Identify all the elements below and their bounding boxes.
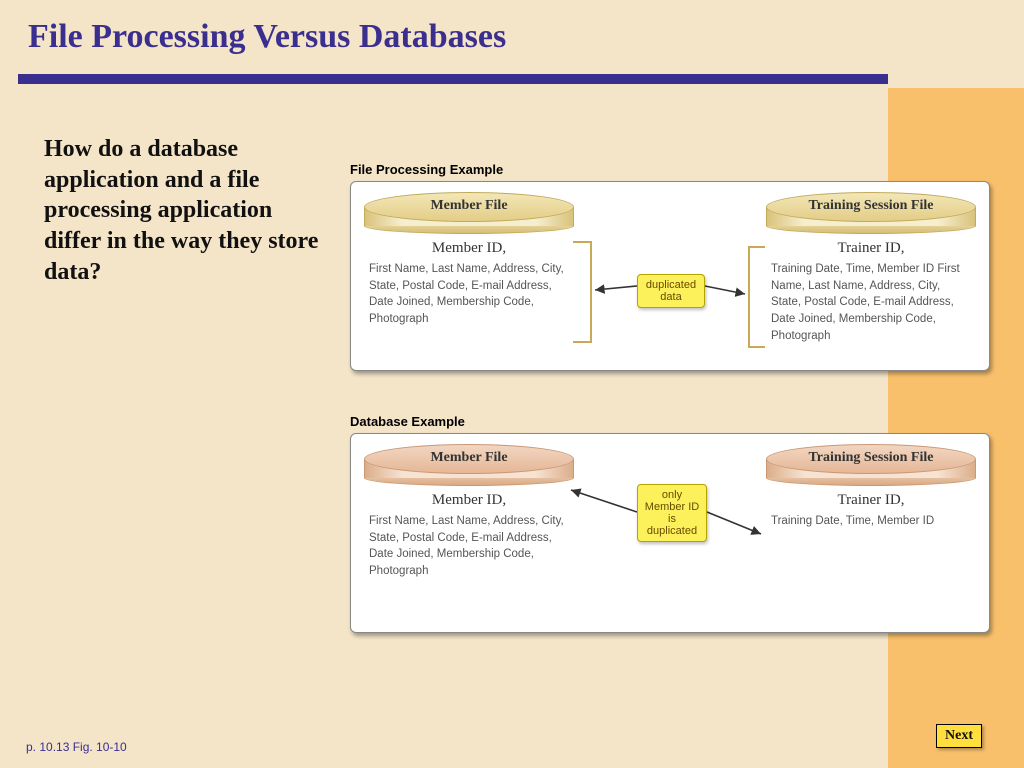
page-title: File Processing Versus Databases bbox=[28, 18, 996, 56]
member-id-line: Member ID, bbox=[363, 240, 575, 257]
trainer-id-line-2: Trainer ID, bbox=[765, 492, 977, 509]
title-rule bbox=[18, 74, 888, 84]
cylinder-icon: Member File bbox=[364, 444, 574, 486]
training-file-block: Training Session File Trainer ID, Traini… bbox=[765, 192, 977, 344]
member-fields-2: First Name, Last Name, Address, City, St… bbox=[363, 509, 575, 580]
cylinder-icon: Training Session File bbox=[766, 192, 976, 234]
training-fields: Training Date, Time, Member ID First Nam… bbox=[765, 257, 977, 344]
training-fields-2: Training Date, Time, Member ID bbox=[765, 509, 977, 530]
cyl-title: Member File bbox=[364, 198, 574, 214]
trainer-id-line: Trainer ID, bbox=[765, 240, 977, 257]
member-id-line-2: Member ID, bbox=[363, 492, 575, 509]
next-button[interactable]: Next bbox=[936, 724, 982, 748]
database-panel: Member File Member ID, First Name, Last … bbox=[350, 433, 990, 633]
duplicated-data-note: duplicated data bbox=[637, 274, 705, 308]
cyl-title: Training Session File bbox=[766, 198, 976, 214]
question-text: How do a database application and a file… bbox=[26, 110, 326, 288]
cyl-title: Member File bbox=[364, 450, 574, 466]
cyl-title: Training Session File bbox=[766, 450, 976, 466]
training-file-block-2: Training Session File Trainer ID, Traini… bbox=[765, 444, 977, 530]
panel2-heading: Database Example bbox=[350, 414, 990, 429]
member-file-block: Member File Member ID, First Name, Last … bbox=[363, 192, 575, 328]
only-member-id-note: only Member ID is duplicated bbox=[637, 484, 707, 542]
page-reference: p. 10.13 Fig. 10-10 bbox=[26, 740, 127, 754]
cylinder-icon: Training Session File bbox=[766, 444, 976, 486]
member-file-block-2: Member File Member ID, First Name, Last … bbox=[363, 444, 575, 580]
member-fields: First Name, Last Name, Address, City, St… bbox=[363, 257, 575, 328]
panel1-heading: File Processing Example bbox=[350, 162, 990, 177]
cylinder-icon: Member File bbox=[364, 192, 574, 234]
file-processing-panel: Member File Member ID, First Name, Last … bbox=[350, 181, 990, 371]
